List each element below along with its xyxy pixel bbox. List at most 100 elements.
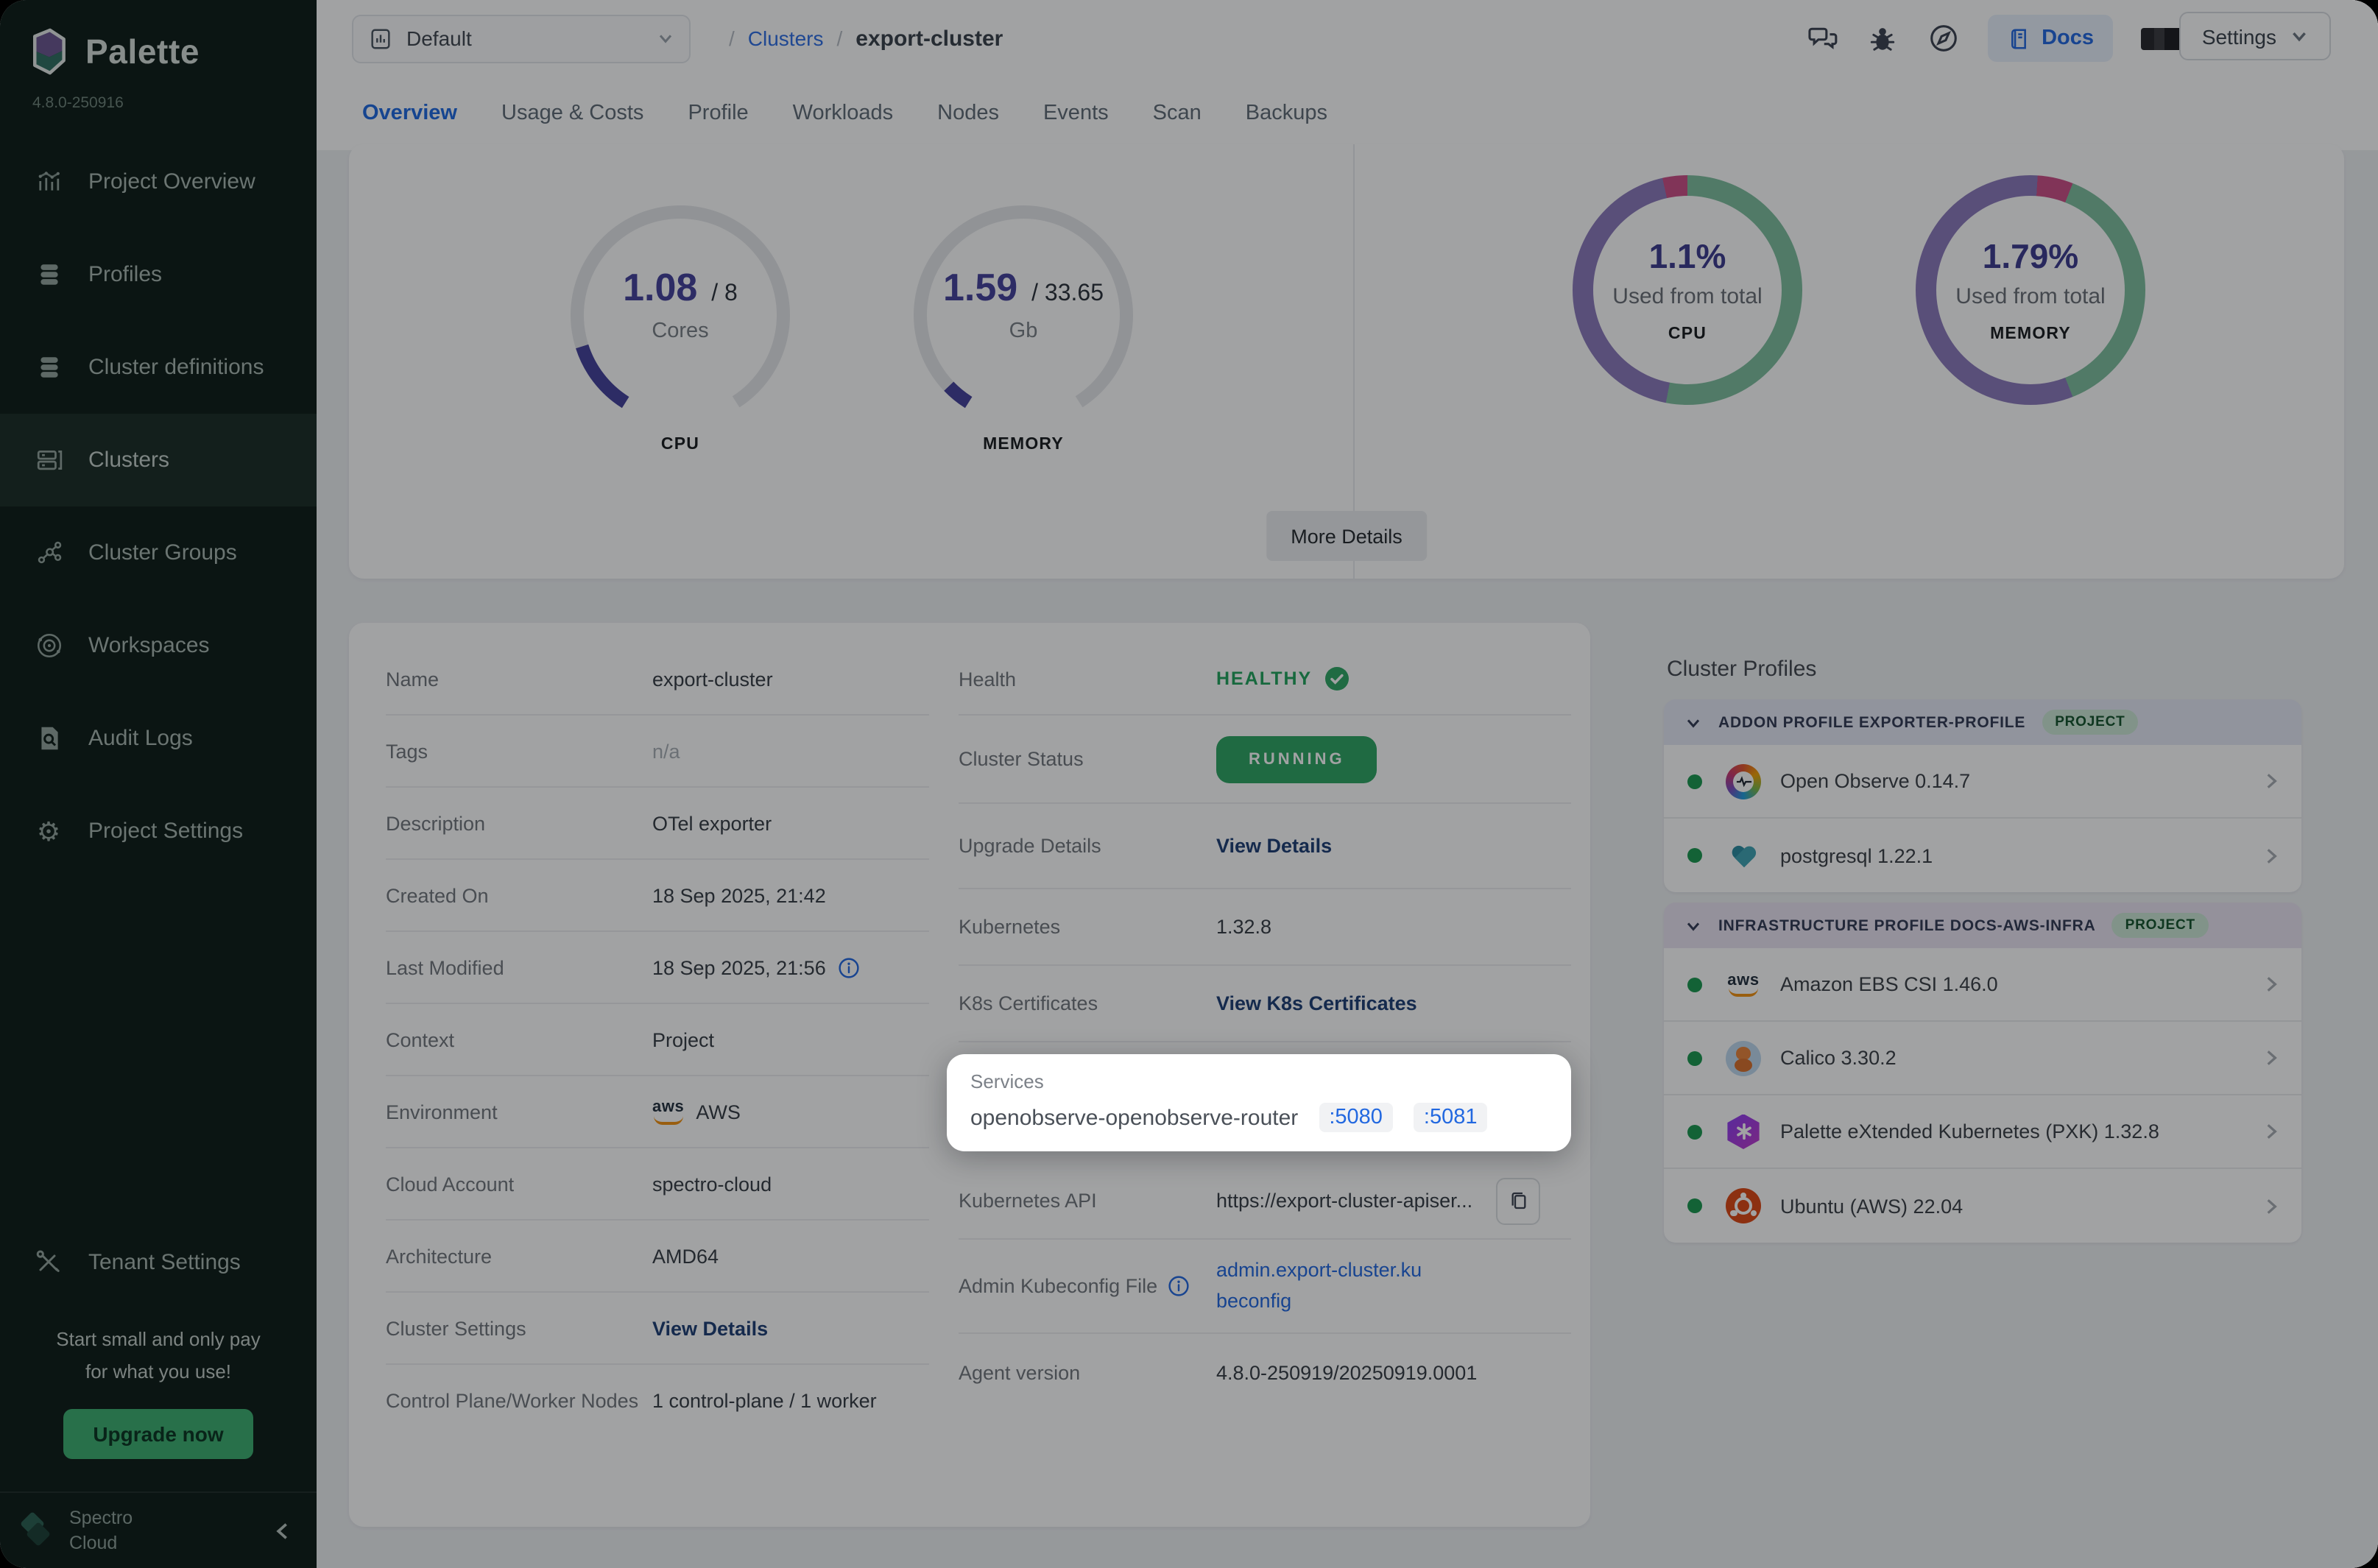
view-k8s-certificates-link[interactable]: View K8s Certificates	[1216, 992, 1417, 1014]
project-badge: PROJECT	[2042, 710, 2138, 735]
status-dot	[1687, 774, 1702, 788]
memory-donut-label: Used from total	[1955, 284, 2105, 309]
sidebar-item-tenant-settings[interactable]: Tenant Settings	[0, 1216, 317, 1309]
cpu-donut-caption: CPU	[1668, 325, 1707, 343]
info-icon[interactable]	[1168, 1275, 1190, 1297]
sidebar-item-label: Clusters	[88, 448, 169, 473]
check-circle-icon	[1324, 665, 1350, 692]
settings-label: Settings	[2202, 24, 2276, 48]
details-right-column: Health HEALTHY Cluster Status RUNNING	[959, 635, 1590, 1527]
spectro-cloud-label: Spectro Cloud	[69, 1507, 133, 1555]
sidebar-item-label: Cluster definitions	[88, 355, 264, 380]
cpu-donut-label: Used from total	[1612, 284, 1762, 309]
app-version: 4.8.0-250916	[0, 77, 317, 112]
profile-item-open-observe[interactable]: Open Observe 0.14.7	[1664, 745, 2301, 819]
status-dot	[1687, 1124, 1702, 1139]
more-details-button[interactable]: More Details	[1266, 511, 1428, 561]
detail-row-cluster-status: Cluster Status RUNNING	[959, 716, 1571, 804]
chat-icon[interactable]	[1806, 22, 1838, 54]
sidebar-spacer	[0, 877, 317, 1216]
layers-icon	[32, 258, 65, 291]
docs-button[interactable]: Docs	[1987, 15, 2113, 62]
profile-item-pxk[interactable]: Palette eXtended Kubernetes (PXK) 1.32.8	[1664, 1095, 2301, 1169]
chevron-down-icon	[2290, 27, 2309, 46]
sidebar-item-cluster-groups[interactable]: Cluster Groups	[0, 506, 317, 599]
detail-row-agent-version: Agent version 4.8.0-250919/20250919.0001	[959, 1334, 1571, 1410]
cluster-profiles-panel: Cluster Profiles ADDON PROFILE EXPORTER-…	[1664, 657, 2301, 1253]
service-port-link-5080[interactable]: :5080	[1319, 1103, 1393, 1132]
cluster-settings-view-details-link[interactable]: View Details	[652, 1317, 768, 1339]
copy-icon[interactable]	[1496, 1177, 1540, 1224]
sidebar-item-clusters[interactable]: Clusters	[0, 414, 317, 506]
sidebar-item-audit-logs[interactable]: Audit Logs	[0, 692, 317, 785]
layers-icon	[32, 351, 65, 384]
sidebar-item-workspaces[interactable]: Workspaces	[0, 599, 317, 692]
sidebar-item-project-overview[interactable]: Project Overview	[0, 135, 317, 228]
tab-events[interactable]: Events	[1043, 77, 1109, 150]
chevron-down-icon	[1684, 713, 1702, 731]
breadcrumb-current: export-cluster	[855, 26, 1003, 51]
upgrade-view-details-link[interactable]: View Details	[1216, 835, 1332, 857]
detail-row-tags: Tags n/a	[386, 716, 929, 788]
settings-button[interactable]: Settings	[2180, 12, 2331, 60]
profile-item-amazon-ebs-csi[interactable]: aws Amazon EBS CSI 1.46.0	[1664, 948, 2301, 1022]
addon-profile-header[interactable]: ADDON PROFILE EXPORTER-PROFILE PROJECT	[1664, 699, 2301, 745]
kubeconfig-download-link[interactable]: admin.export-cluster.kubeconfig	[1216, 1257, 1422, 1316]
postgresql-icon	[1724, 842, 1763, 869]
project-selector-value: Default	[406, 27, 643, 50]
chevron-right-icon	[2262, 1196, 2281, 1215]
compass-icon[interactable]	[1927, 22, 1959, 54]
detail-row-kubernetes: Kubernetes 1.32.8	[959, 889, 1571, 966]
sidebar-item-label: Workspaces	[88, 633, 210, 658]
open-observe-icon	[1724, 763, 1763, 799]
detail-row-control-plane: Control Plane/Worker Nodes 1 control-pla…	[386, 1365, 929, 1437]
network-icon	[32, 537, 65, 569]
service-port-link-5081[interactable]: :5081	[1414, 1103, 1488, 1132]
profile-item-postgresql[interactable]: postgresql 1.22.1	[1664, 819, 2301, 892]
tab-scan[interactable]: Scan	[1153, 77, 1202, 150]
sidebar-item-project-settings[interactable]: ⚙ Project Settings	[0, 785, 317, 877]
promo-line-1: Start small and only pay	[0, 1324, 317, 1356]
sidebar-footer: Spectro Cloud	[0, 1491, 317, 1568]
upgrade-promo: Start small and only pay for what you us…	[0, 1324, 317, 1388]
tab-workloads[interactable]: Workloads	[793, 77, 893, 150]
sidebar-item-label: Tenant Settings	[88, 1250, 241, 1275]
health-status: HEALTHY	[1216, 665, 1350, 692]
tab-overview[interactable]: Overview	[362, 77, 457, 150]
services-label: Services	[970, 1070, 1548, 1092]
sidebar-nav: Project Overview Profiles Cluster defini…	[0, 135, 317, 877]
main-area: Default / Clusters / export-cluster	[317, 0, 2378, 1568]
profile-item-ubuntu[interactable]: Ubuntu (AWS) 22.04	[1664, 1169, 2301, 1243]
spectro-cloud-logo-icon	[18, 1511, 56, 1550]
profile-item-calico[interactable]: Calico 3.30.2	[1664, 1022, 2301, 1095]
detail-row-upgrade-details: Upgrade Details View Details	[959, 804, 1571, 889]
cluster-tabs: Overview Usage & Costs Profile Workloads…	[317, 77, 2378, 150]
chevron-right-icon	[2262, 1122, 2281, 1141]
bug-report-icon[interactable]	[1866, 22, 1899, 54]
sidebar-item-label: Audit Logs	[88, 726, 193, 751]
chevron-down-icon	[657, 29, 674, 47]
detail-row-k8s-certificates: K8s Certificates View K8s Certificates	[959, 966, 1571, 1042]
upgrade-now-button[interactable]: Upgrade now	[63, 1409, 253, 1459]
breadcrumb: / Clusters / export-cluster	[729, 26, 1003, 51]
infrastructure-profile-header[interactable]: INFRASTRUCTURE PROFILE DOCS-AWS-INFRA PR…	[1664, 903, 2301, 948]
info-icon[interactable]	[838, 956, 860, 978]
running-status-badge: RUNNING	[1216, 735, 1377, 783]
tab-backups[interactable]: Backups	[1246, 77, 1327, 150]
topbar: Default / Clusters / export-cluster	[317, 0, 2378, 77]
detail-row-health: Health HEALTHY	[959, 643, 1571, 716]
sidebar-item-cluster-definitions[interactable]: Cluster definitions	[0, 321, 317, 414]
breadcrumb-link-clusters[interactable]: Clusters	[748, 27, 824, 50]
audit-log-icon	[32, 722, 65, 755]
tab-profile[interactable]: Profile	[688, 77, 748, 150]
server-icon	[32, 444, 65, 476]
tab-nodes[interactable]: Nodes	[937, 77, 999, 150]
sidebar-collapse-icon[interactable]	[272, 1520, 293, 1541]
sidebar: Palette 4.8.0-250916 Project Overview	[0, 0, 317, 1568]
sidebar-item-profiles[interactable]: Profiles	[0, 228, 317, 321]
detail-row-kubernetes-api: Kubernetes API https://export-cluster-ap…	[959, 1163, 1571, 1240]
project-selector[interactable]: Default	[352, 14, 691, 63]
detail-row-created-on: Created On 18 Sep 2025, 21:42	[386, 860, 929, 932]
docs-label: Docs	[2042, 27, 2094, 50]
tab-usage-costs[interactable]: Usage & Costs	[501, 77, 643, 150]
